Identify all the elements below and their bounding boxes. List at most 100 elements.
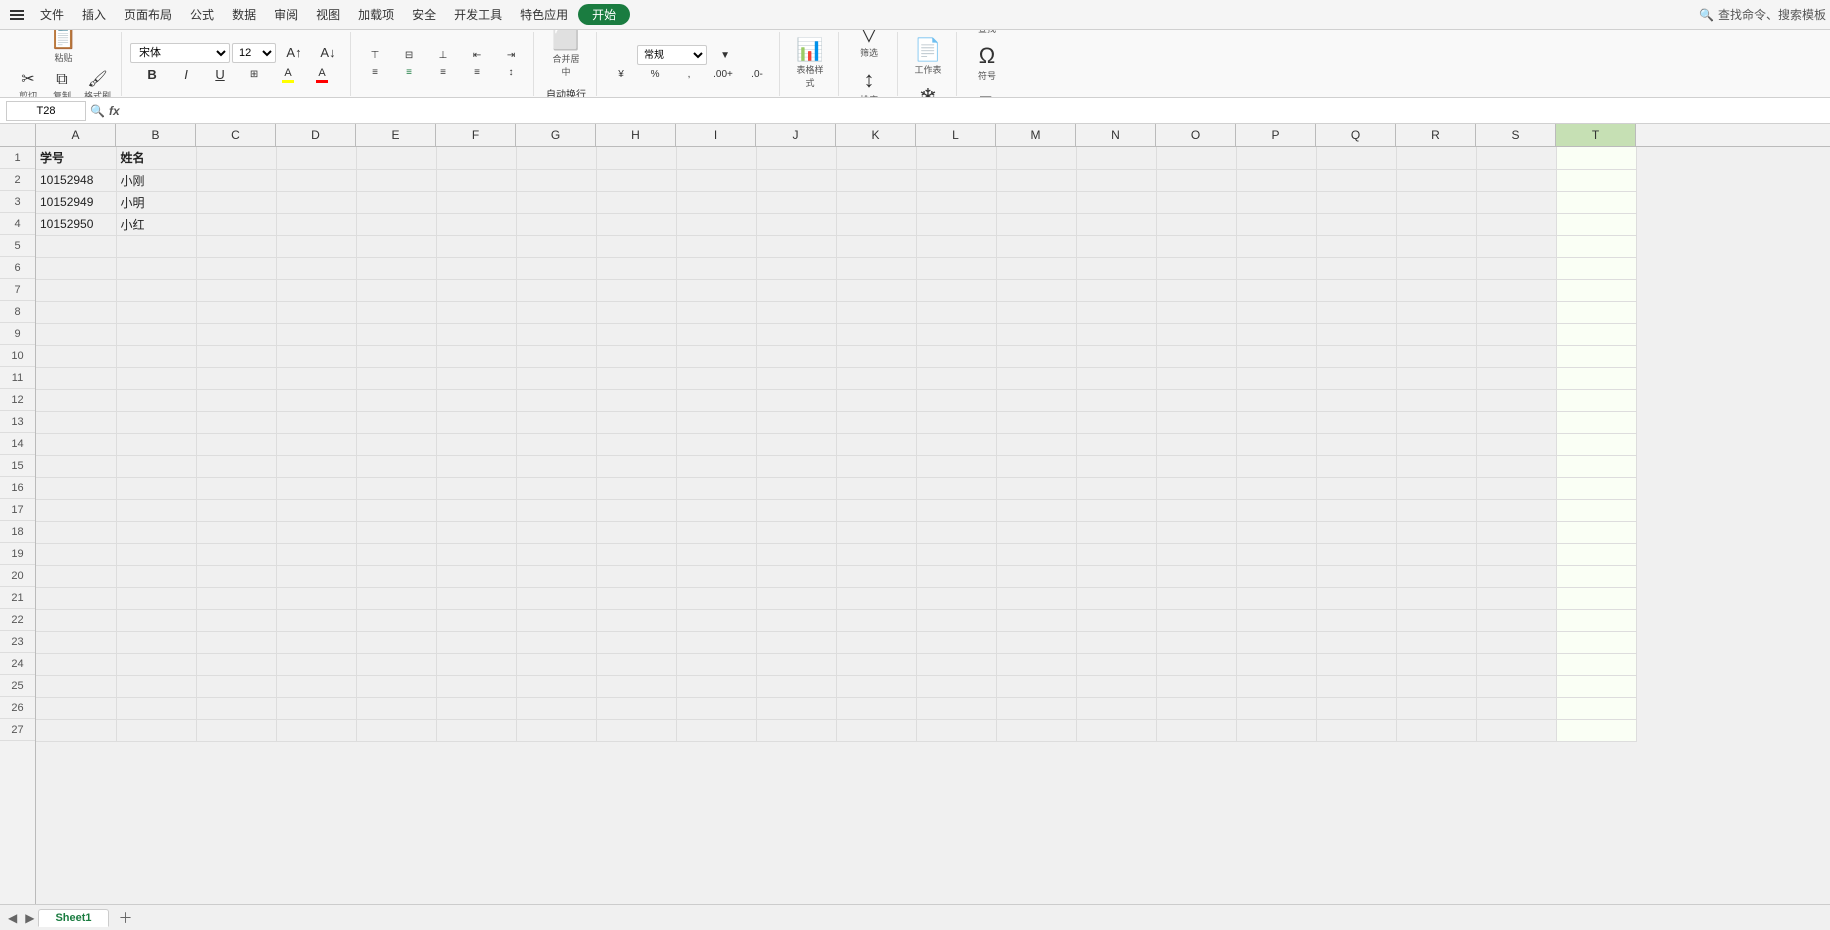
row-num-22[interactable]: 22: [0, 609, 35, 631]
cell-H20[interactable]: [596, 565, 676, 587]
cell-H17[interactable]: [596, 499, 676, 521]
row-num-25[interactable]: 25: [0, 675, 35, 697]
cell-P27[interactable]: [1236, 719, 1316, 741]
cell-O4[interactable]: [1156, 213, 1236, 235]
cell-E18[interactable]: [356, 521, 436, 543]
cell-F4[interactable]: [436, 213, 516, 235]
cell-P24[interactable]: [1236, 653, 1316, 675]
cell-C5[interactable]: [196, 235, 276, 257]
cell-F22[interactable]: [436, 609, 516, 631]
cell-C1[interactable]: [196, 147, 276, 169]
cell-I16[interactable]: [676, 477, 756, 499]
cell-L14[interactable]: [916, 433, 996, 455]
cell-B25[interactable]: [116, 675, 196, 697]
row-num-2[interactable]: 2: [0, 169, 35, 191]
col-header-K[interactable]: K: [836, 124, 916, 146]
cell-M24[interactable]: [996, 653, 1076, 675]
symbol-button[interactable]: Ω 符号: [965, 41, 1009, 86]
cell-N4[interactable]: [1076, 213, 1156, 235]
cell-B15[interactable]: [116, 455, 196, 477]
cell-T16[interactable]: [1556, 477, 1636, 499]
underline-button[interactable]: U: [204, 65, 236, 84]
cell-G16[interactable]: [516, 477, 596, 499]
cell-R16[interactable]: [1396, 477, 1476, 499]
row-num-8[interactable]: 8: [0, 301, 35, 323]
cell-D25[interactable]: [276, 675, 356, 697]
cell-reference-box[interactable]: [6, 101, 86, 121]
cell-B16[interactable]: [116, 477, 196, 499]
cell-H25[interactable]: [596, 675, 676, 697]
col-header-I[interactable]: I: [676, 124, 756, 146]
cell-S23[interactable]: [1476, 631, 1556, 653]
cell-Q26[interactable]: [1316, 697, 1396, 719]
cell-N2[interactable]: [1076, 169, 1156, 191]
cell-J11[interactable]: [756, 367, 836, 389]
cell-S8[interactable]: [1476, 301, 1556, 323]
cell-M5[interactable]: [996, 235, 1076, 257]
align-top-button[interactable]: ⊤: [359, 48, 391, 63]
menu-security[interactable]: 安全: [404, 4, 444, 25]
row-num-11[interactable]: 11: [0, 367, 35, 389]
cell-M6[interactable]: [996, 257, 1076, 279]
add-sheet-button[interactable]: ＋: [111, 906, 141, 930]
menu-data[interactable]: 数据: [224, 4, 264, 25]
cell-L11[interactable]: [916, 367, 996, 389]
cell-J12[interactable]: [756, 389, 836, 411]
cell-F27[interactable]: [436, 719, 516, 741]
cell-L3[interactable]: [916, 191, 996, 213]
cell-O10[interactable]: [1156, 345, 1236, 367]
cell-O18[interactable]: [1156, 521, 1236, 543]
cell-S27[interactable]: [1476, 719, 1556, 741]
cell-P21[interactable]: [1236, 587, 1316, 609]
cell-E13[interactable]: [356, 411, 436, 433]
cell-B22[interactable]: [116, 609, 196, 631]
cell-Q3[interactable]: [1316, 191, 1396, 213]
cell-C15[interactable]: [196, 455, 276, 477]
cell-P8[interactable]: [1236, 301, 1316, 323]
cell-H18[interactable]: [596, 521, 676, 543]
cell-G14[interactable]: [516, 433, 596, 455]
cell-J10[interactable]: [756, 345, 836, 367]
cell-E25[interactable]: [356, 675, 436, 697]
cell-B1[interactable]: 姓名: [116, 147, 196, 169]
row-col-button[interactable]: ⊞ 行和列: [906, 30, 950, 33]
cell-A18[interactable]: [36, 521, 116, 543]
cell-B18[interactable]: [116, 521, 196, 543]
cell-H9[interactable]: [596, 323, 676, 345]
row-num-9[interactable]: 9: [0, 323, 35, 345]
cell-T4[interactable]: [1556, 213, 1636, 235]
cell-T2[interactable]: [1556, 169, 1636, 191]
col-header-D[interactable]: D: [276, 124, 356, 146]
cell-L22[interactable]: [916, 609, 996, 631]
cell-K2[interactable]: [836, 169, 916, 191]
cell-C25[interactable]: [196, 675, 276, 697]
increase-font-button[interactable]: A↑: [278, 43, 310, 62]
cell-N20[interactable]: [1076, 565, 1156, 587]
row-num-5[interactable]: 5: [0, 235, 35, 257]
cell-L1[interactable]: [916, 147, 996, 169]
cell-C19[interactable]: [196, 543, 276, 565]
cell-Q6[interactable]: [1316, 257, 1396, 279]
cell-Q1[interactable]: [1316, 147, 1396, 169]
col-header-A[interactable]: A: [36, 124, 116, 146]
cell-D21[interactable]: [276, 587, 356, 609]
cell-N25[interactable]: [1076, 675, 1156, 697]
cell-M9[interactable]: [996, 323, 1076, 345]
cell-A15[interactable]: [36, 455, 116, 477]
cell-H8[interactable]: [596, 301, 676, 323]
hamburger-menu[interactable]: [4, 8, 30, 22]
cell-A16[interactable]: [36, 477, 116, 499]
cell-K13[interactable]: [836, 411, 916, 433]
cell-S3[interactable]: [1476, 191, 1556, 213]
cell-M3[interactable]: [996, 191, 1076, 213]
cell-Q14[interactable]: [1316, 433, 1396, 455]
cell-S6[interactable]: [1476, 257, 1556, 279]
menu-start[interactable]: 开始: [578, 4, 630, 25]
cell-J1[interactable]: [756, 147, 836, 169]
cell-D19[interactable]: [276, 543, 356, 565]
cell-J19[interactable]: [756, 543, 836, 565]
cell-M25[interactable]: [996, 675, 1076, 697]
cell-O26[interactable]: [1156, 697, 1236, 719]
cell-G10[interactable]: [516, 345, 596, 367]
cell-L27[interactable]: [916, 719, 996, 741]
